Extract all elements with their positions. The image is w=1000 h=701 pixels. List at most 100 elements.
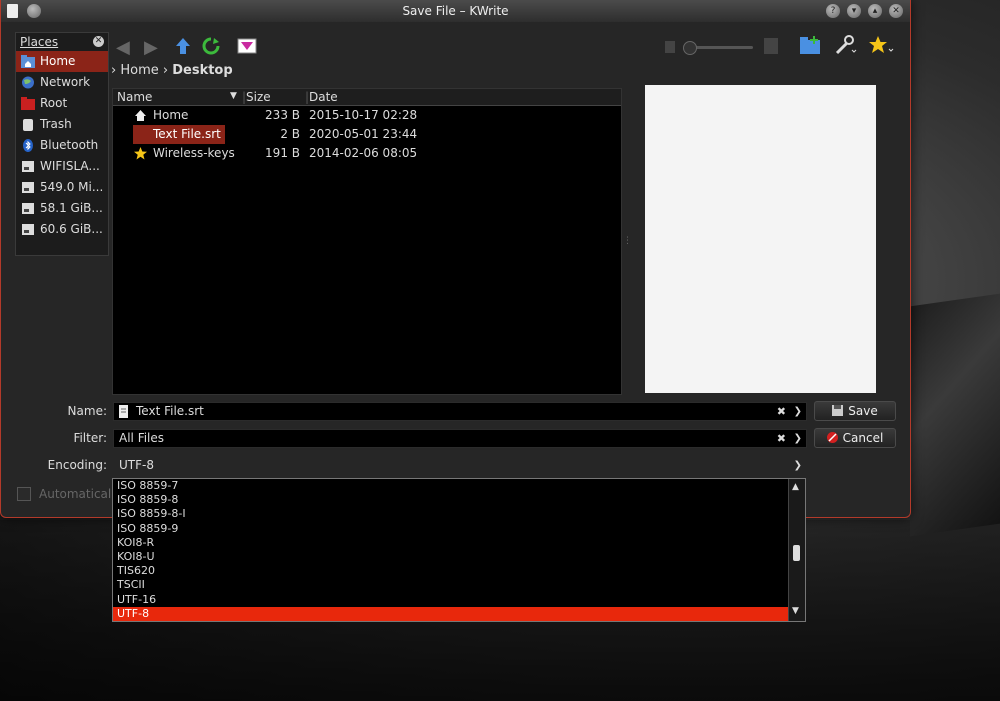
zoom-slider-handle[interactable] <box>683 41 697 55</box>
scrollbar-thumb[interactable] <box>793 545 800 561</box>
places-header: Places ✕ <box>16 33 108 51</box>
help-icon[interactable]: ? <box>826 4 840 18</box>
preview-toggle-icon[interactable] <box>237 36 257 56</box>
encoding-label: Encoding: <box>47 458 107 472</box>
encoding-option[interactable]: ISO 8859-9 <box>113 522 805 536</box>
column-date[interactable]: Date <box>309 90 338 104</box>
forward-arrow-icon[interactable]: ▶ <box>144 37 158 58</box>
automatic-extension-checkbox[interactable] <box>17 487 31 501</box>
encoding-option[interactable]: ISO 8859-7 <box>113 479 805 493</box>
file-row-home[interactable]: Home 233 B 2015-10-17 02:28 <box>113 106 621 125</box>
encoding-option[interactable]: UTF-16 <box>113 593 805 607</box>
place-label: Home <box>40 54 76 68</box>
home-folder-icon <box>21 55 35 68</box>
titlebar[interactable]: Save File – KWrite ? ▾ ▴ ✕ <box>1 0 910 22</box>
place-root[interactable]: Root <box>16 93 108 114</box>
breadcrumb-separator-icon: › <box>111 63 117 78</box>
zoom-in-icon[interactable] <box>764 38 778 54</box>
save-button[interactable]: Save <box>814 401 896 421</box>
up-arrow-icon[interactable] <box>173 36 193 56</box>
encoding-select[interactable]: UTF-8 ❯ <box>113 456 807 475</box>
place-drive-58[interactable]: 58.1 GiB... <box>16 198 108 219</box>
clear-icon[interactable]: ✖ <box>777 430 786 447</box>
encoding-option[interactable]: TSCII <box>113 578 805 592</box>
drive-icon <box>22 161 34 172</box>
star-file-icon <box>134 147 147 160</box>
save-icon <box>832 405 844 416</box>
encoding-value: UTF-8 <box>119 458 154 472</box>
breadcrumb-desktop[interactable]: Desktop <box>172 63 232 78</box>
place-label: Root <box>40 96 68 110</box>
drive-icon <box>22 182 34 193</box>
encoding-option[interactable]: TIS620 <box>113 564 805 578</box>
encoding-dropdown-list[interactable]: ISO 8859-7 ISO 8859-8 ISO 8859-8-I ISO 8… <box>112 478 806 622</box>
file-date: 2014-02-06 08:05 <box>309 146 418 160</box>
zoom-out-icon[interactable] <box>665 41 675 53</box>
dropdown-scrollbar[interactable]: ▲ ▼ <box>788 479 805 621</box>
options-wrench-icon[interactable] <box>833 35 857 55</box>
place-drive-wifislax[interactable]: WIFISLA... <box>16 156 108 177</box>
place-network[interactable]: Network <box>16 72 108 93</box>
column-name[interactable]: Name <box>117 90 152 104</box>
places-close-icon[interactable]: ✕ <box>93 36 104 47</box>
filter-value: All Files <box>119 431 165 445</box>
drive-icon <box>22 203 34 214</box>
close-icon[interactable]: ✕ <box>889 4 903 18</box>
places-panel: Places ✕ Home Network Root Trash Bluetoo… <box>15 32 109 256</box>
file-preview-panel <box>645 85 876 393</box>
reload-icon[interactable] <box>201 36 221 56</box>
file-name: Wireless-keys <box>153 146 235 160</box>
file-row-wireless-keys[interactable]: Wireless-keys 191 B 2014-02-06 08:05 <box>113 144 621 163</box>
globe-icon <box>22 76 34 89</box>
red-folder-icon <box>21 97 35 110</box>
place-label: 60.6 GiB... <box>40 222 103 236</box>
file-size: 2 B <box>280 127 300 141</box>
text-file-icon <box>119 405 128 418</box>
place-drive-60[interactable]: 60.6 GiB... <box>16 219 108 240</box>
place-drive-549[interactable]: 549.0 Mi... <box>16 177 108 198</box>
encoding-option[interactable]: ISO 8859-8 <box>113 493 805 507</box>
chevron-down-icon[interactable]: ❯ <box>794 457 802 474</box>
place-label: 58.1 GiB... <box>40 201 103 215</box>
clear-icon[interactable]: ✖ <box>777 403 786 420</box>
place-label: Trash <box>40 117 72 131</box>
place-label: 549.0 Mi... <box>40 180 104 194</box>
encoding-option[interactable]: KOI8-R <box>113 536 805 550</box>
breadcrumb-separator-icon: › <box>162 63 173 78</box>
encoding-option[interactable]: ISO 8859-8-I <box>113 507 805 521</box>
column-size[interactable]: Size <box>246 90 271 104</box>
back-arrow-icon[interactable]: ◀ <box>116 37 130 58</box>
file-date: 2020-05-01 23:44 <box>309 127 418 141</box>
breadcrumb-home[interactable]: Home <box>120 63 158 78</box>
chevron-down-icon[interactable]: ❯ <box>794 403 802 420</box>
drive-icon <box>22 224 34 235</box>
maximize-icon[interactable]: ▴ <box>868 4 882 18</box>
file-list[interactable]: Name ▼ | Size | Date Home 233 B 2015-10-… <box>112 88 622 395</box>
filter-input[interactable]: All Files ✖ ❯ <box>113 429 807 448</box>
save-file-dialog: Save File – KWrite ? ▾ ▴ ✕ Places ✕ Home… <box>0 0 911 518</box>
cancel-button[interactable]: Cancel <box>814 428 896 448</box>
encoding-option-selected[interactable]: UTF-8 <box>113 606 788 621</box>
place-label: Network <box>40 75 91 89</box>
automatic-extension-label: Automatical <box>39 487 112 501</box>
place-bluetooth[interactable]: Bluetooth <box>16 135 108 156</box>
scroll-up-icon[interactable]: ▲ <box>792 482 799 492</box>
chevron-down-icon[interactable]: ❯ <box>794 430 802 447</box>
name-input[interactable]: Text File.srt ✖ ❯ <box>113 402 807 421</box>
places-title: Places <box>20 35 59 49</box>
file-date: 2015-10-17 02:28 <box>309 108 418 122</box>
file-size: 233 B <box>265 108 300 122</box>
bookmarks-star-icon[interactable] <box>868 35 894 55</box>
new-folder-icon[interactable] <box>799 35 821 55</box>
encoding-option[interactable]: KOI8-U <box>113 550 805 564</box>
file-row-text-file[interactable]: Text File.srt 2 B 2020-05-01 23:44 <box>113 125 621 144</box>
place-home[interactable]: Home <box>16 51 108 72</box>
cancel-icon <box>826 432 838 443</box>
splitter-handle[interactable]: ⋮ <box>623 236 632 246</box>
window-title: Save File – KWrite <box>402 4 509 18</box>
name-label: Name: <box>67 404 107 418</box>
place-trash[interactable]: Trash <box>16 114 108 135</box>
minimize-icon[interactable]: ▾ <box>847 4 861 18</box>
scroll-down-icon[interactable]: ▼ <box>792 606 799 616</box>
sort-chevron-icon[interactable]: ▼ <box>230 91 237 101</box>
